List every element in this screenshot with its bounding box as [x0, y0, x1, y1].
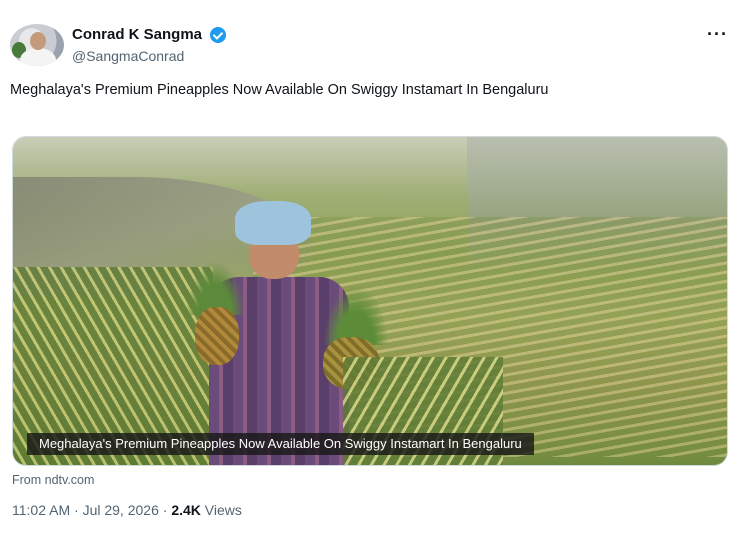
- tweet-time[interactable]: 11:02 AM: [12, 502, 70, 518]
- farmer-headscarf: [235, 201, 311, 245]
- verified-badge-icon: [210, 26, 227, 43]
- views-label: Views: [204, 502, 242, 518]
- author-avatar[interactable]: [10, 24, 64, 66]
- tweet-meta: 11:02 AM · Jul 29, 2026 · 2.4K Views: [12, 502, 242, 518]
- more-options-icon[interactable]: ···: [707, 24, 728, 45]
- views-count: 2.4K: [171, 502, 201, 518]
- author-display-name[interactable]: Conrad K Sangma: [72, 26, 202, 43]
- tweet-text: Meghalaya's Premium Pineapples Now Avail…: [10, 82, 549, 98]
- tweet-header: Conrad K Sangma @SangmaConrad ···: [10, 22, 740, 72]
- pineapple-crown-right: [323, 285, 389, 345]
- avatar-face-shape: [30, 32, 46, 50]
- meta-separator: ·: [162, 502, 168, 518]
- meta-separator: ·: [74, 502, 79, 518]
- tweet-date[interactable]: Jul 29, 2026: [83, 502, 159, 518]
- author-name-row: Conrad K Sangma: [72, 26, 227, 43]
- tweet-media-image[interactable]: Meghalaya's Premium Pineapples Now Avail…: [12, 136, 728, 466]
- media-caption: Meghalaya's Premium Pineapples Now Avail…: [27, 433, 534, 455]
- author-handle[interactable]: @SangmaConrad: [72, 48, 184, 64]
- pineapple-left: [195, 307, 239, 365]
- avatar-body-shape: [20, 48, 56, 66]
- link-source[interactable]: From ndtv.com: [12, 473, 94, 487]
